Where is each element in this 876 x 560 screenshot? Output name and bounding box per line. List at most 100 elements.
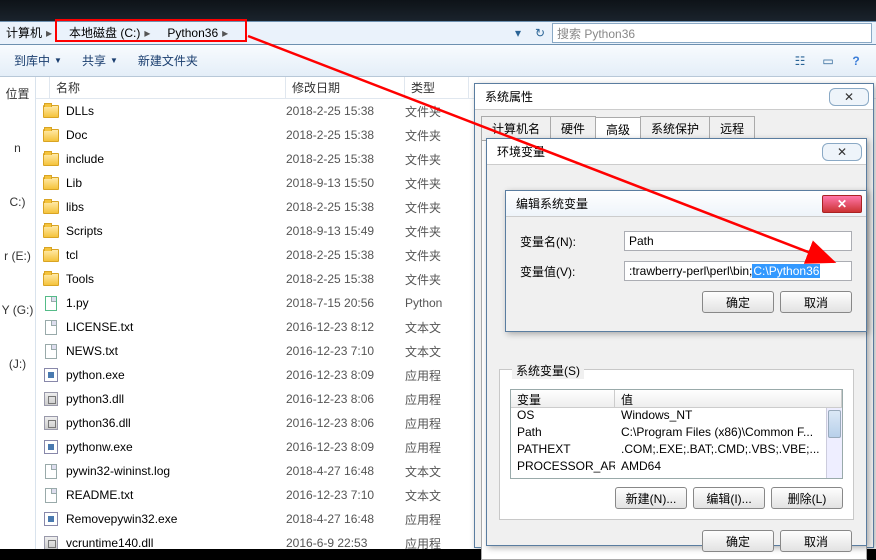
- file-name: README.txt: [66, 488, 286, 502]
- new-folder-button[interactable]: 新建文件夹: [128, 50, 208, 72]
- scrollbar-thumb[interactable]: [828, 410, 841, 438]
- breadcrumb-drive-label: 本地磁盘 (C:): [69, 22, 140, 44]
- sysvar-row[interactable]: PathC:\Program Files (x86)\Common F...: [511, 425, 842, 442]
- chevron-right-icon: ▸: [222, 22, 228, 44]
- view-options-icon[interactable]: ☷: [788, 50, 812, 72]
- nav-y[interactable]: Y (G:): [2, 303, 34, 317]
- folder-icon: [36, 177, 66, 190]
- exe-icon: [36, 512, 66, 526]
- file-date: 2018-2-25 15:38: [286, 152, 405, 166]
- close-icon[interactable]: ✕: [829, 88, 869, 106]
- file-date: 2018-4-27 16:48: [286, 512, 405, 526]
- editdlg-ok-button[interactable]: 确定: [702, 291, 774, 313]
- explorer-toolbar: 到库中▼ 共享▼ 新建文件夹 ☷ ▭ ?: [0, 45, 876, 77]
- sysvar-row[interactable]: PROCESSOR_ARAMD64: [511, 459, 842, 476]
- var-name-label: 变量名(N):: [520, 233, 624, 250]
- var-value-label: 变量值(V):: [520, 263, 624, 280]
- exe-icon: [36, 440, 66, 454]
- chevron-right-icon: ▸: [46, 22, 52, 44]
- file-icon: [36, 488, 66, 503]
- py-icon: [36, 296, 66, 311]
- address-bar: 计算机▸ 本地磁盘 (C:)▸ Python36▸ ▾ ↻ 搜索 Python3…: [0, 21, 876, 45]
- dll-icon: [36, 536, 66, 549]
- file-type: 文件夹: [405, 199, 469, 216]
- tab-1[interactable]: 硬件: [550, 116, 596, 140]
- share-button[interactable]: 共享▼: [72, 50, 128, 72]
- file-name: Removepywin32.exe: [66, 512, 286, 526]
- file-date: 2016-12-23 8:06: [286, 416, 405, 430]
- search-input[interactable]: 搜索 Python36: [552, 23, 872, 43]
- file-icon: [36, 320, 66, 335]
- file-date: 2016-12-23 8:09: [286, 368, 405, 382]
- sv-hdr-val[interactable]: 值: [615, 390, 842, 407]
- nav-loc[interactable]: 位置: [2, 87, 34, 101]
- navigation-pane: 位置 n C:) r (E:) Y (G:) (J:): [0, 77, 36, 549]
- chevron-right-icon: ▸: [144, 22, 150, 44]
- file-date: 2016-12-23 8:12: [286, 320, 405, 334]
- var-value-input[interactable]: :trawberry-perl\perl\bin;C:\Python36: [624, 261, 852, 281]
- nav-j[interactable]: (J:): [2, 357, 34, 371]
- folder-icon: [36, 225, 66, 238]
- file-date: 2018-7-15 20:56: [286, 296, 405, 310]
- window-chrome-dark: [0, 0, 876, 21]
- editdlg-cancel-button[interactable]: 取消: [780, 291, 852, 313]
- sv-new-button[interactable]: 新建(N)...: [615, 487, 687, 509]
- breadcrumb-root-label: 计算机: [6, 22, 42, 44]
- address-dropdown-icon[interactable]: ▾: [508, 23, 528, 43]
- refresh-icon[interactable]: ↻: [530, 23, 550, 43]
- col-date[interactable]: 修改日期: [286, 77, 405, 98]
- folder-icon: [36, 201, 66, 214]
- file-name: pythonw.exe: [66, 440, 286, 454]
- file-date: 2018-9-13 15:49: [286, 224, 405, 238]
- breadcrumb-folder[interactable]: Python36▸: [161, 22, 239, 44]
- sysvar-row[interactable]: PATHEXT.COM;.EXE;.BAT;.CMD;.VBS;.VBE;...: [511, 442, 842, 459]
- sv-edit-button[interactable]: 编辑(I)...: [693, 487, 765, 509]
- include-in-library-button[interactable]: 到库中▼: [4, 50, 72, 72]
- edit-sysvar-dialog: 编辑系统变量 ✕ 变量名(N): 变量值(V): :trawberry-perl…: [505, 190, 867, 332]
- col-name[interactable]: 名称: [50, 77, 286, 98]
- preview-pane-icon[interactable]: ▭: [816, 50, 840, 72]
- file-type: 应用程: [405, 367, 469, 384]
- sysvars-list[interactable]: 变量 值 OSWindows_NTPathC:\Program Files (x…: [510, 389, 843, 479]
- sysvar-row[interactable]: OSWindows_NT: [511, 408, 842, 425]
- file-name: Lib: [66, 176, 286, 190]
- nav-n[interactable]: n: [2, 141, 34, 155]
- file-name: include: [66, 152, 286, 166]
- folder-icon: [36, 153, 66, 166]
- nav-e[interactable]: r (E:): [2, 249, 34, 263]
- folder-icon: [36, 249, 66, 262]
- file-name: Scripts: [66, 224, 286, 238]
- envvar-titlebar: 环境变量 ✕: [487, 139, 866, 165]
- file-date: 2016-12-23 7:10: [286, 488, 405, 502]
- sv-del-button[interactable]: 删除(L): [771, 487, 843, 509]
- tab-4[interactable]: 远程: [709, 116, 755, 140]
- file-type: 应用程: [405, 511, 469, 528]
- breadcrumb-folder-label: Python36: [167, 22, 218, 44]
- chevron-down-icon: ▼: [110, 50, 118, 72]
- sysvars-label: 系统变量(S): [512, 362, 584, 379]
- file-type: 文件夹: [405, 223, 469, 240]
- folder-icon: [36, 129, 66, 142]
- file-type: 应用程: [405, 415, 469, 432]
- scrollbar[interactable]: [826, 408, 842, 478]
- tab-0[interactable]: 计算机名: [481, 116, 551, 140]
- file-date: 2018-4-27 16:48: [286, 464, 405, 478]
- close-icon[interactable]: ✕: [822, 143, 862, 161]
- col-type[interactable]: 类型: [405, 77, 469, 98]
- file-type: 文件夹: [405, 175, 469, 192]
- var-name-input[interactable]: [624, 231, 852, 251]
- sv-hdr-var[interactable]: 变量: [511, 390, 615, 407]
- file-date: 2018-2-25 15:38: [286, 128, 405, 142]
- breadcrumb-root[interactable]: 计算机▸: [0, 22, 63, 44]
- close-icon[interactable]: ✕: [822, 195, 862, 213]
- nav-c[interactable]: C:): [2, 195, 34, 209]
- breadcrumb-drive[interactable]: 本地磁盘 (C:)▸: [63, 22, 161, 44]
- file-date: 2016-12-23 7:10: [286, 344, 405, 358]
- help-icon[interactable]: ?: [844, 50, 868, 72]
- file-type: 应用程: [405, 439, 469, 456]
- file-type: 应用程: [405, 391, 469, 408]
- file-type: 文本文: [405, 463, 469, 480]
- file-date: 2016-12-23 8:06: [286, 392, 405, 406]
- file-date: 2018-2-25 15:38: [286, 200, 405, 214]
- tab-3[interactable]: 系统保护: [640, 116, 710, 140]
